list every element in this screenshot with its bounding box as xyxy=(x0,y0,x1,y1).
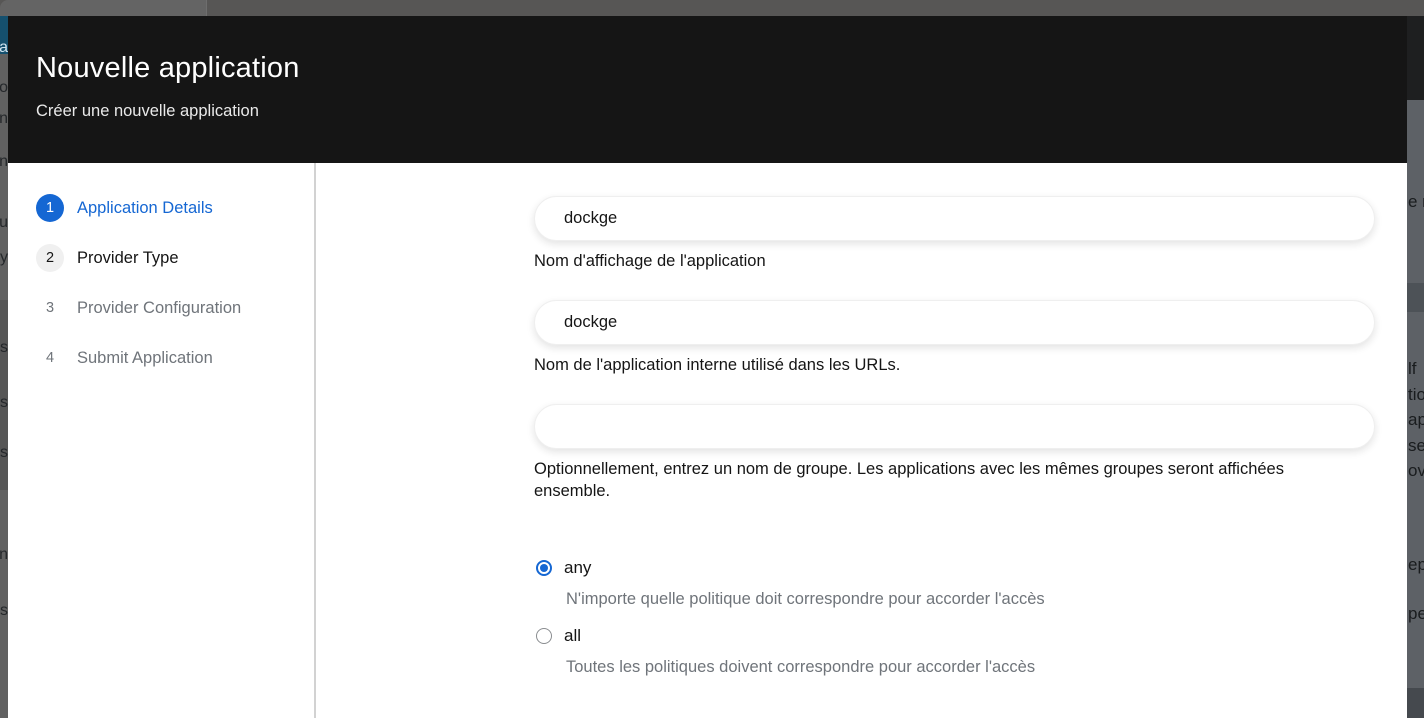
text-fragment: s xyxy=(0,603,8,619)
display-name-helper: Nom d'affichage de l'application xyxy=(534,250,1354,272)
text-fragment: s xyxy=(0,340,8,356)
text-fragment: lf xyxy=(1408,360,1417,377)
text-fragment: n xyxy=(0,547,8,563)
background-page-left-edge: a o n n u y s s es n s xyxy=(0,16,8,718)
step-label: Provider Configuration xyxy=(77,299,241,318)
modal-subtitle: Créer une nouvelle application xyxy=(36,102,1379,121)
modal-title: Nouvelle application xyxy=(36,52,1379,85)
group-helper: Optionnellement, entrez un nom de groupe… xyxy=(534,458,1354,502)
group-input[interactable] xyxy=(534,404,1375,449)
radio-option-description: Toutes les politiques doivent correspond… xyxy=(566,656,1377,678)
radio-option-label: all xyxy=(564,626,581,646)
slug-helper: Nom de l'application interne utilisé dan… xyxy=(534,354,1354,376)
background-page-right-edge: e n lf tio ap se ov epa pe xyxy=(1407,16,1424,718)
wizard-step-provider-configuration[interactable]: 3 Provider Configuration xyxy=(36,283,314,333)
text-fragment: a xyxy=(0,40,8,56)
background-band xyxy=(1407,688,1424,718)
background-page-top-edge xyxy=(0,0,1424,16)
field-slug: Nom de l'application interne utilisé dan… xyxy=(534,300,1377,376)
step-number-badge: 3 xyxy=(36,294,64,322)
slug-input[interactable] xyxy=(534,300,1375,345)
text-fragment: u xyxy=(0,215,8,231)
radio-option-all[interactable]: all xyxy=(534,624,1377,648)
wizard-step-application-details[interactable]: 1 Application Details xyxy=(36,183,314,233)
background-top-left-panel xyxy=(0,0,207,16)
step-label: Provider Type xyxy=(77,249,179,268)
radio-selected-icon[interactable] xyxy=(536,560,552,576)
radio-option-description: N'importe quelle politique doit correspo… xyxy=(566,588,1377,610)
text-fragment: y xyxy=(0,250,8,266)
background-band xyxy=(1407,283,1424,312)
modal-header: Nouvelle application Créer une nouvelle … xyxy=(8,16,1407,163)
field-display-name: Nom d'affichage de l'application xyxy=(534,196,1377,272)
step-number-badge: 4 xyxy=(36,344,64,372)
policy-engine-mode-group: any N'importe quelle politique doit corr… xyxy=(534,556,1377,678)
text-fragment: es xyxy=(0,445,8,461)
text-fragment: se xyxy=(1408,437,1424,454)
text-fragment: s xyxy=(0,395,8,411)
step-label: Submit Application xyxy=(77,349,213,368)
wizard-step-submit-application[interactable]: 4 Submit Application xyxy=(36,333,314,383)
radio-option-label: any xyxy=(564,558,591,578)
new-application-modal: Nouvelle application Créer une nouvelle … xyxy=(8,16,1407,718)
modal-body: 1 Application Details 2 Provider Type 3 … xyxy=(8,163,1407,718)
radio-unselected-icon[interactable] xyxy=(536,628,552,644)
text-fragment: n xyxy=(0,154,8,170)
step-number-badge: 2 xyxy=(36,244,64,272)
step-label: Application Details xyxy=(77,199,213,218)
text-fragment: pe xyxy=(1408,605,1424,622)
text-fragment: tio xyxy=(1408,386,1424,403)
wizard-steps-nav: 1 Application Details 2 Provider Type 3 … xyxy=(8,163,316,718)
text-fragment: o xyxy=(0,80,8,96)
text-fragment: n xyxy=(0,111,8,127)
text-fragment: ov xyxy=(1408,462,1424,479)
application-details-form: Nom d'affichage de l'application Nom de … xyxy=(316,163,1407,718)
radio-option-any[interactable]: any xyxy=(534,556,1377,580)
screen: a o n n u y s s es n s e n lf tio ap se … xyxy=(0,0,1424,718)
text-fragment: epa xyxy=(1408,556,1424,573)
step-number-badge: 1 xyxy=(36,194,64,222)
text-fragment: ap xyxy=(1408,411,1424,428)
wizard-step-provider-type[interactable]: 2 Provider Type xyxy=(36,233,314,283)
display-name-input[interactable] xyxy=(534,196,1375,241)
text-fragment: e n xyxy=(1408,193,1424,210)
field-group-name: Optionnellement, entrez un nom de groupe… xyxy=(534,404,1377,502)
background-navbar xyxy=(1407,16,1424,100)
